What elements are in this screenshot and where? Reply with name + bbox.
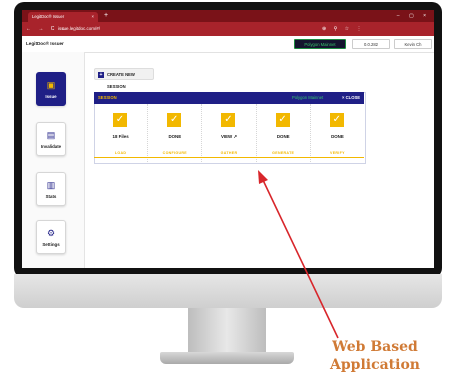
annotation-line-1: Web Based bbox=[332, 339, 418, 355]
arrow-head-icon bbox=[258, 170, 268, 184]
annotation-text: Web Based Application bbox=[300, 338, 450, 374]
annotation-line-2: Application bbox=[330, 357, 420, 373]
arrow-line bbox=[261, 177, 339, 339]
annotation-arrow bbox=[258, 170, 339, 339]
